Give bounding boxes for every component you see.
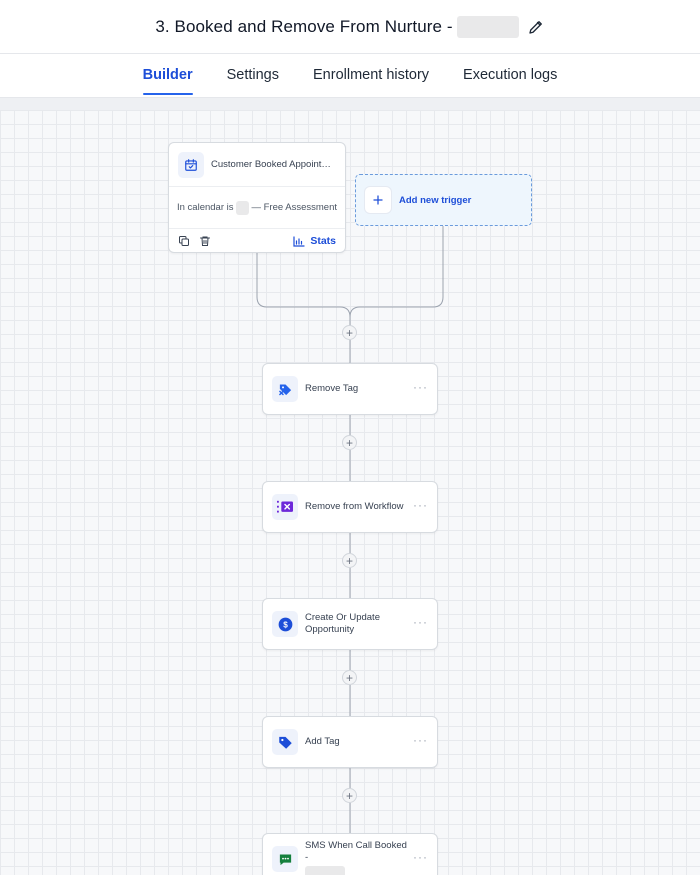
dollar-icon: $ bbox=[272, 611, 298, 637]
copy-icon[interactable] bbox=[178, 235, 190, 247]
trigger-condition: In calendar is — Free Assessment bbox=[169, 187, 345, 229]
redacted-sms-name bbox=[305, 866, 345, 875]
tabs-bar: Builder Settings Enrollment history Exec… bbox=[0, 54, 700, 98]
stats-button[interactable]: Stats bbox=[293, 235, 336, 247]
trigger-card[interactable]: Customer Booked Appointment In calendar … bbox=[168, 142, 346, 253]
redacted-calendar-name bbox=[235, 200, 250, 215]
more-options-icon[interactable]: ··· bbox=[413, 499, 428, 515]
tab-builder[interactable]: Builder bbox=[142, 67, 193, 95]
more-options-icon[interactable]: ··· bbox=[413, 734, 428, 750]
action-label: SMS When Call Booked - bbox=[305, 840, 407, 863]
toolbar-strip bbox=[0, 98, 700, 110]
tab-execution-logs[interactable]: Execution logs bbox=[463, 67, 557, 95]
action-create-update-opportunity[interactable]: $ Create Or Update Opportunity ··· bbox=[262, 598, 438, 650]
connector-trigger-right bbox=[349, 226, 444, 318]
more-options-icon[interactable]: ··· bbox=[413, 381, 428, 397]
plus-icon bbox=[365, 187, 391, 213]
more-options-icon[interactable]: ··· bbox=[413, 851, 428, 867]
tab-enrollment-history[interactable]: Enrollment history bbox=[313, 67, 429, 95]
trigger-condition-prefix: In calendar is bbox=[177, 202, 234, 213]
workflow-title-bar: 3. Booked and Remove From Nurture - bbox=[0, 0, 700, 54]
action-remove-tag[interactable]: Remove Tag ··· bbox=[262, 363, 438, 415]
workflow-title-group: 3. Booked and Remove From Nurture - bbox=[155, 15, 545, 38]
svg-text:$: $ bbox=[283, 620, 288, 629]
trigger-header: Customer Booked Appointment bbox=[169, 143, 345, 187]
action-label: Create Or Update Opportunity bbox=[305, 612, 380, 635]
workflow-title: 3. Booked and Remove From Nurture - bbox=[155, 16, 453, 36]
pencil-icon[interactable] bbox=[527, 18, 545, 36]
redacted-name bbox=[456, 15, 519, 38]
add-action-node[interactable]: + bbox=[342, 788, 357, 803]
add-new-trigger-button[interactable]: Add new trigger bbox=[355, 174, 532, 226]
trash-icon[interactable] bbox=[199, 235, 211, 247]
action-label: Remove from Workflow bbox=[305, 501, 404, 512]
tab-list: Builder Settings Enrollment history Exec… bbox=[142, 67, 557, 95]
workflow-canvas[interactable]: Customer Booked Appointment In calendar … bbox=[0, 110, 700, 875]
tab-settings[interactable]: Settings bbox=[227, 67, 279, 95]
tag-icon bbox=[272, 729, 298, 755]
action-label: Remove Tag bbox=[305, 383, 359, 394]
connector-trigger-left bbox=[256, 253, 351, 335]
add-new-trigger-label: Add new trigger bbox=[399, 194, 472, 206]
trigger-title: Customer Booked Appointment bbox=[211, 159, 333, 170]
list-remove-icon bbox=[272, 494, 298, 520]
add-action-node[interactable]: + bbox=[342, 435, 357, 450]
calendar-check-icon bbox=[178, 151, 204, 178]
action-add-tag[interactable]: Add Tag ··· bbox=[262, 716, 438, 768]
action-remove-from-workflow[interactable]: Remove from Workflow ··· bbox=[262, 481, 438, 533]
bar-chart-icon bbox=[293, 235, 305, 247]
trigger-condition-suffix: — Free Assessment bbox=[251, 202, 337, 213]
action-label: Add Tag bbox=[305, 736, 340, 747]
stats-label: Stats bbox=[310, 235, 336, 247]
tag-remove-icon bbox=[272, 376, 298, 402]
action-label-group: SMS When Call Booked - bbox=[305, 840, 409, 875]
add-action-node[interactable]: + bbox=[342, 325, 357, 340]
more-options-icon[interactable]: ··· bbox=[413, 616, 428, 632]
add-action-node[interactable]: + bbox=[342, 670, 357, 685]
action-sms-when-call-booked[interactable]: SMS When Call Booked - ··· bbox=[262, 833, 438, 875]
add-action-node[interactable]: + bbox=[342, 553, 357, 568]
sms-icon bbox=[272, 846, 298, 872]
trigger-footer: Stats bbox=[169, 229, 345, 252]
